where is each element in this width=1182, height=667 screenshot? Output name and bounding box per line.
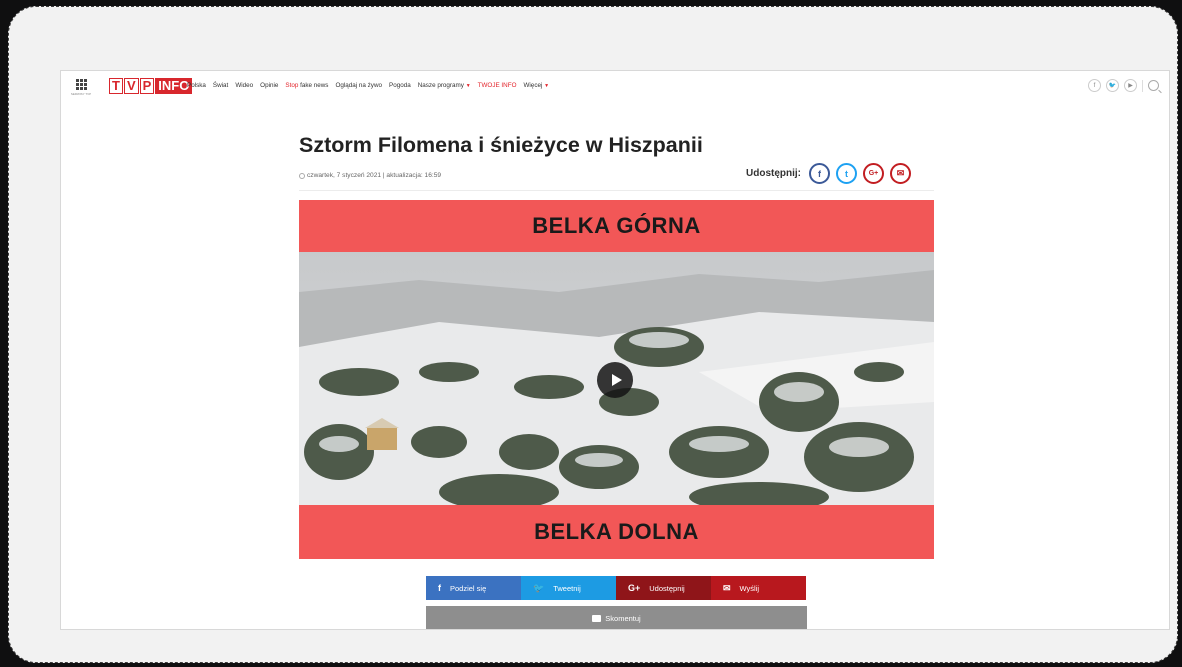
share-label: Udostępnij: bbox=[746, 168, 801, 179]
apps-grid-icon[interactable]: SERWISY TVP bbox=[70, 79, 92, 96]
menu-item-swiat[interactable]: Świat bbox=[213, 82, 228, 89]
menu-item-wideo[interactable]: Wideo bbox=[235, 82, 253, 89]
menu-item-wiecej[interactable]: Więcej ▼ bbox=[523, 82, 549, 89]
article-meta: czwartek, 7 styczeń 2021 | aktualizacja:… bbox=[299, 172, 441, 179]
main-menu: Polska Świat Wideo Opinie Stop fake news… bbox=[187, 82, 549, 89]
share-buttons: f Podziel się 🐦 Tweetnij G+ Udostępnij ✉… bbox=[426, 576, 806, 600]
play-icon[interactable] bbox=[597, 362, 633, 398]
apps-label: SERWISY TVP bbox=[70, 92, 92, 96]
menu-item-wiecej-text: Więcej bbox=[523, 82, 543, 89]
logo-letter-v: V bbox=[123, 78, 139, 94]
header-social-links: f 🐦 ▶ bbox=[1088, 79, 1159, 92]
facebook-share-button[interactable]: f Podziel się bbox=[426, 576, 521, 600]
caret-down-icon: ▼ bbox=[544, 83, 550, 89]
logo-letter-p: P bbox=[139, 78, 155, 94]
facebook-icon[interactable]: f bbox=[1088, 79, 1101, 92]
caret-down-icon: ▼ bbox=[465, 83, 471, 89]
top-navigation: SERWISY TVP T V P INFO Polska Świat Wide… bbox=[61, 71, 1169, 105]
facebook-share-label: Podziel się bbox=[450, 583, 487, 593]
menu-item-fake-news-text: fake news bbox=[300, 82, 329, 89]
comment-button[interactable]: Skomentuj bbox=[426, 606, 807, 629]
logo-letter-t: T bbox=[109, 78, 123, 94]
menu-item-stop-red: Stop bbox=[285, 82, 299, 89]
google-plus-icon: G+ bbox=[628, 583, 641, 593]
twitter-icon[interactable]: 🐦 bbox=[1106, 79, 1119, 92]
article-date: czwartek, 7 styczeń 2021 | aktualizacja:… bbox=[307, 172, 442, 179]
article-title: Sztorm Filomena i śnieżyce w Hiszpanii bbox=[299, 133, 703, 157]
menu-item-polska[interactable]: Polska bbox=[187, 82, 206, 89]
video-player[interactable] bbox=[299, 252, 934, 505]
share-row: Udostępnij: f t G+ ✉ bbox=[746, 163, 911, 184]
menu-item-opinie[interactable]: Opinie bbox=[260, 82, 278, 89]
youtube-icon[interactable]: ▶ bbox=[1124, 79, 1137, 92]
google-plus-share-icon[interactable]: G+ bbox=[863, 163, 884, 184]
facebook-share-icon[interactable]: f bbox=[809, 163, 830, 184]
twitter-icon: 🐦 bbox=[533, 582, 545, 593]
comment-label: Skomentuj bbox=[605, 614, 641, 623]
clock-icon bbox=[299, 172, 305, 179]
facebook-icon: f bbox=[438, 583, 441, 593]
divider bbox=[299, 190, 934, 191]
menu-item-pogoda[interactable]: Pogoda bbox=[389, 82, 411, 89]
twitter-share-icon[interactable]: t bbox=[836, 163, 857, 184]
envelope-icon: ✉ bbox=[723, 582, 731, 593]
menu-item-stop-fake-news[interactable]: Stop fake news bbox=[285, 82, 328, 89]
email-send-button[interactable]: ✉ Wyślij bbox=[711, 576, 806, 600]
screenshot-frame: SERWISY TVP T V P INFO Polska Świat Wide… bbox=[8, 6, 1178, 663]
tweet-button[interactable]: 🐦 Tweetnij bbox=[521, 576, 616, 600]
menu-item-twoje-info[interactable]: TWOJE INFO bbox=[478, 82, 517, 89]
menu-item-nasze-programy[interactable]: Nasze programy ▼ bbox=[418, 82, 471, 89]
bottom-banner: BELKA DOLNA bbox=[299, 505, 934, 559]
divider bbox=[1142, 79, 1143, 92]
email-share-icon[interactable]: ✉ bbox=[890, 163, 911, 184]
menu-item-nasze-programy-text: Nasze programy bbox=[417, 82, 464, 89]
browser-page: SERWISY TVP T V P INFO Polska Świat Wide… bbox=[60, 70, 1170, 630]
search-icon[interactable] bbox=[1148, 80, 1159, 91]
google-plus-share-label: Udostępnij bbox=[649, 583, 685, 593]
menu-item-ogladaj[interactable]: Oglądaj na żywo bbox=[335, 82, 382, 89]
tvp-info-logo[interactable]: T V P INFO bbox=[109, 78, 193, 94]
google-plus-share-button[interactable]: G+ Udostępnij bbox=[616, 576, 711, 600]
tweet-label: Tweetnij bbox=[553, 583, 581, 593]
comment-icon bbox=[592, 615, 602, 622]
top-banner: BELKA GÓRNA bbox=[299, 200, 934, 252]
email-send-label: Wyślij bbox=[739, 583, 760, 593]
